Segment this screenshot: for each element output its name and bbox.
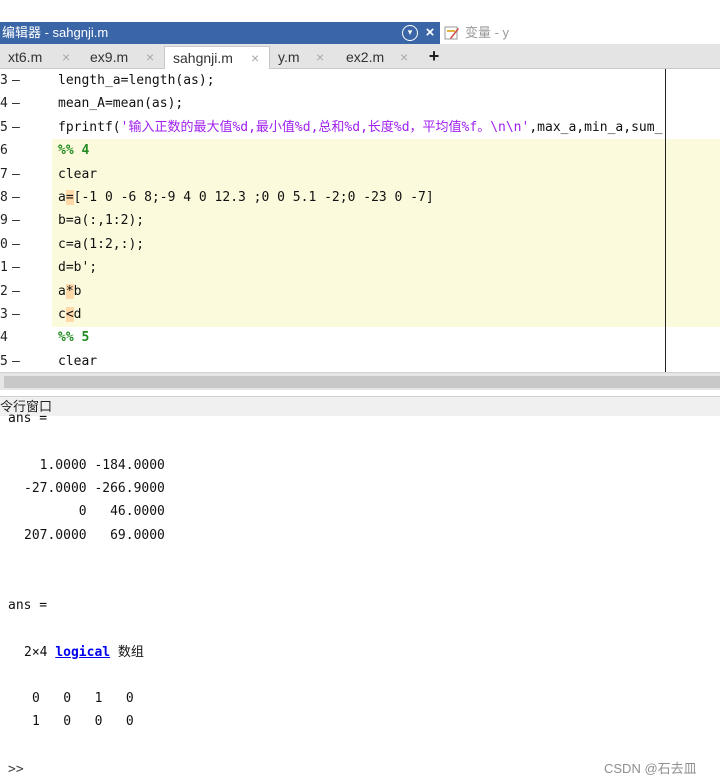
watermark: CSDN @石去皿 <box>604 761 697 776</box>
horizontal-scrollbar[interactable] <box>0 372 720 390</box>
line-number: 4 <box>0 330 8 346</box>
breakpoint-marker[interactable]: — <box>12 303 26 326</box>
code-text: c<d <box>58 303 81 326</box>
tab-label: y.m <box>278 49 300 65</box>
breakpoint-marker[interactable]: — <box>12 256 26 279</box>
code-args: ,max_a,min_a,sum_ <box>529 119 663 135</box>
code-line[interactable]: 5 — fprintf('输入正数的最大值%d,最小值%d,总和%d,长度%d，… <box>0 116 720 139</box>
breakpoint-marker[interactable]: — <box>12 233 26 256</box>
code-line[interactable]: 4 %% 5 <box>0 326 720 349</box>
code-line[interactable]: 9 — b=a(:,1:2); <box>0 209 720 232</box>
code-text: length_a=length(as); <box>58 73 215 88</box>
code-line[interactable]: 2 — a*b <box>0 280 720 303</box>
variables-tab-label: 变量 - y <box>465 25 510 40</box>
line-number: 6 <box>0 143 8 159</box>
command-prompt[interactable]: >> <box>8 761 24 779</box>
close-icon[interactable]: × <box>146 46 154 68</box>
breakpoint-marker[interactable]: — <box>12 186 26 209</box>
close-icon[interactable]: × <box>316 46 324 68</box>
close-icon[interactable]: × <box>62 46 70 68</box>
code-line[interactable]: 5 — clear <box>0 350 720 373</box>
code-line[interactable]: 1 — d=b'; <box>0 256 720 279</box>
code-string: '输入正数的最大值%d,最小值%d,总和%d,长度%d，平均值%f。\n\n' <box>120 119 530 135</box>
tab-label: sahgnji.m <box>173 50 233 66</box>
tab-label: ex2.m <box>346 49 385 65</box>
code-operator-highlight: < <box>65 307 74 322</box>
code-line[interactable]: 3 — length_a=length(as); <box>0 69 720 92</box>
code-token: [-1 0 -6 8;-9 4 0 12.3 ;0 0 5.1 -2;0 -23… <box>73 190 434 205</box>
code-line[interactable]: 4 — mean_A=mean(as); <box>0 92 720 115</box>
code-text: c=a(1:2,:); <box>58 236 145 252</box>
breakpoint-marker[interactable]: — <box>12 69 26 92</box>
code-line[interactable]: 8 — a=[-1 0 -6 8;-9 4 0 12.3 ;0 0 5.1 -2… <box>0 186 720 209</box>
code-editor[interactable]: 3 — length_a=length(as); 4 — mean_A=mean… <box>0 69 720 372</box>
section-header: %% 4 <box>58 143 90 159</box>
command-window-titlebar: 令行窗口 <box>0 396 720 416</box>
add-tab-button[interactable]: + <box>424 47 444 67</box>
tab-label: ex9.m <box>90 49 129 65</box>
breakpoint-marker[interactable]: — <box>12 116 26 139</box>
tab-ex9[interactable]: ex9.m × <box>82 46 162 69</box>
code-text: b=a(:,1:2); <box>58 213 145 229</box>
code-text: d=b'; <box>58 260 98 276</box>
code-operator-highlight: = <box>65 190 74 205</box>
code-line[interactable]: 7 — clear <box>0 163 720 186</box>
logical-row: 0 0 1 0 <box>32 691 134 706</box>
code-line[interactable]: 6 %% 4 <box>0 139 720 162</box>
code-text: a*b <box>58 280 81 303</box>
logical-row: 1 0 0 0 <box>32 714 134 729</box>
matrix-row: 0 46.0000 <box>24 504 165 519</box>
code-line[interactable]: 3 — c<d <box>0 303 720 326</box>
chevron-down-icon[interactable]: ▾ <box>402 25 418 41</box>
command-window[interactable]: ans = 1.0000 -184.0000 -27.0000 -266.900… <box>0 411 720 784</box>
breakpoint-marker[interactable]: — <box>12 92 26 115</box>
matrix-row: 207.0000 69.0000 <box>24 528 165 543</box>
code-line[interactable]: 0 — c=a(1:2,:); <box>0 233 720 256</box>
breakpoint-marker[interactable]: — <box>12 280 26 303</box>
tab-ex2[interactable]: ex2.m × <box>338 46 422 69</box>
editor-tab-bar: xt6.m × ex9.m × sahgnji.m × y.m × ex2.m … <box>0 44 720 69</box>
output-ans-label: ans = <box>8 598 48 613</box>
editor-title: 编辑器 - sahgnji.m <box>0 22 440 44</box>
output-ans-label: ans = <box>8 411 48 426</box>
close-icon[interactable]: × <box>251 47 259 69</box>
variable-editor-icon <box>444 26 459 40</box>
right-text-limit-line <box>665 69 666 372</box>
tab-label: xt6.m <box>8 49 43 65</box>
matrix-row: 1.0000 -184.0000 <box>24 458 165 473</box>
close-icon[interactable]: × <box>400 46 408 68</box>
breakpoint-marker[interactable]: — <box>12 350 26 373</box>
array-size: 2×4 <box>24 645 56 660</box>
code-token: a <box>58 190 66 205</box>
array-size-info: 2×4 logical 数组 <box>24 644 144 662</box>
section-header: %% 5 <box>58 330 90 346</box>
code-token: a <box>58 283 66 299</box>
breakpoint-marker[interactable]: — <box>12 209 26 232</box>
tab-y[interactable]: y.m × <box>270 46 338 69</box>
breakpoint-marker[interactable]: — <box>12 163 26 186</box>
variables-tab[interactable]: 变量 - y <box>441 22 720 44</box>
code-operator-highlight: * <box>65 283 74 299</box>
tab-sahgnji[interactable]: sahgnji.m × <box>164 46 270 69</box>
code-function: fprintf( <box>58 119 121 135</box>
code-text: mean_A=mean(as); <box>58 96 184 112</box>
code-text: fprintf('输入正数的最大值%d,最小值%d,总和%d,长度%d，平均值%… <box>58 116 662 139</box>
code-token: c <box>58 307 66 322</box>
code-token: b <box>73 283 82 299</box>
code-text: clear <box>58 353 98 369</box>
matrix-row: -27.0000 -266.9000 <box>24 481 165 496</box>
logical-type-link[interactable]: logical <box>55 645 110 660</box>
editor-titlebar: 编辑器 - sahgnji.m ▾ × 变量 - y <box>0 22 720 44</box>
scrollbar-thumb[interactable] <box>4 376 720 388</box>
array-type-label: 数组 <box>110 645 144 660</box>
code-token: d <box>73 307 82 322</box>
tab-xt6[interactable]: xt6.m × <box>0 46 80 69</box>
code-text: clear <box>58 166 98 182</box>
code-text: a=[-1 0 -6 8;-9 4 0 12.3 ;0 0 5.1 -2;0 -… <box>58 186 434 209</box>
close-icon[interactable]: × <box>423 22 437 44</box>
